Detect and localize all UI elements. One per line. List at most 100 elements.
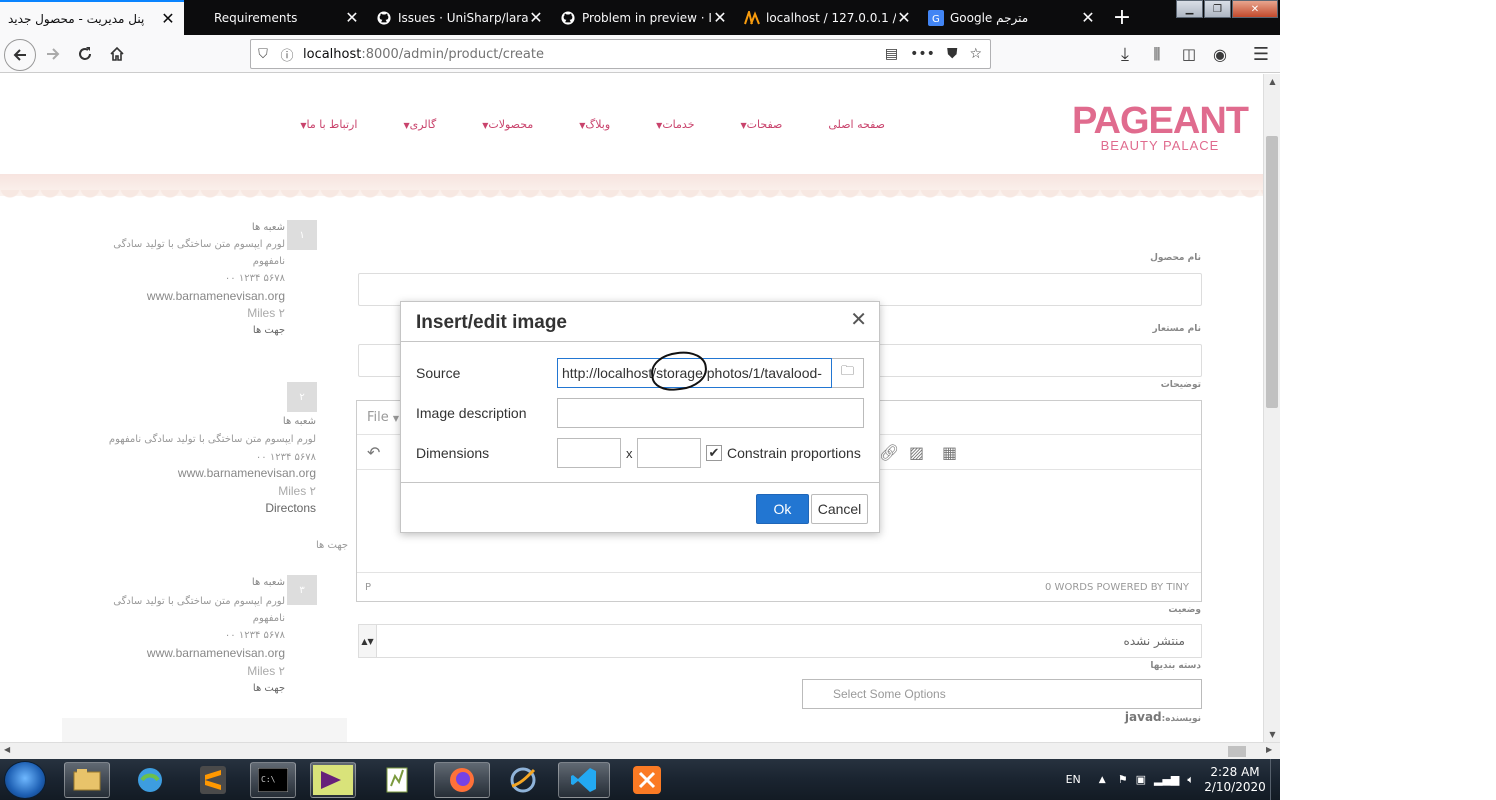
- close-tab-icon[interactable]: ✕: [896, 9, 912, 26]
- scroll-right-icon[interactable]: ▶: [1266, 745, 1272, 754]
- tab-phpmyadmin[interactable]: localhost / 127.0.0.1 / c ✕: [736, 0, 920, 35]
- window-controls: ▁ ❐ ✕: [1176, 0, 1278, 18]
- editor-file-menu[interactable]: File ▼: [367, 410, 399, 425]
- branch-number: ۱: [287, 220, 317, 250]
- scrollbar-thumb[interactable]: [1266, 136, 1278, 408]
- nav-gallery[interactable]: گالری▼: [403, 118, 436, 131]
- cmd-icon[interactable]: C:\: [250, 762, 296, 798]
- sidebar-button[interactable]: ◫: [1174, 40, 1204, 68]
- show-desktop-button[interactable]: [1270, 759, 1280, 800]
- close-window-button[interactable]: ✕: [1232, 0, 1278, 18]
- constrain-proportions-checkbox[interactable]: ✔: [706, 445, 722, 461]
- vscode-icon[interactable]: [558, 762, 610, 798]
- scroll-up-icon[interactable]: ▲: [1264, 77, 1281, 86]
- idm-icon[interactable]: [127, 762, 173, 798]
- nav-contact[interactable]: ارتباط با ما▼: [300, 118, 357, 131]
- forward-button[interactable]: [38, 40, 68, 68]
- categories-multiselect[interactable]: Select Some Options: [802, 679, 1202, 709]
- tab-issues-unisharp[interactable]: Issues · UniSharp/larave ✕: [368, 0, 552, 35]
- close-tab-icon[interactable]: ✕: [160, 10, 176, 27]
- media-icon[interactable]: ▦: [942, 443, 957, 462]
- categories-placeholder: Select Some Options: [833, 687, 946, 701]
- bookmark-star-icon[interactable]: ☆: [969, 46, 982, 62]
- github-icon: [376, 10, 392, 26]
- undo-icon[interactable]: ↶: [367, 443, 380, 462]
- tab-problem-in-preview[interactable]: Problem in preview · Is ✕: [552, 0, 736, 35]
- nav-blog[interactable]: وبلاگ▼: [579, 118, 610, 131]
- scroll-left-icon[interactable]: ◀: [4, 745, 10, 754]
- visual-studio-icon[interactable]: [310, 762, 356, 798]
- nav-home[interactable]: صفحه اصلی: [828, 118, 885, 131]
- browse-button[interactable]: 🗀: [832, 358, 864, 388]
- clock-time: 2:28 AM: [1210, 764, 1260, 779]
- close-tab-icon[interactable]: ✕: [528, 9, 544, 26]
- image-description-input[interactable]: [557, 398, 864, 428]
- file-menu-label: File: [367, 410, 389, 425]
- library-button[interactable]: ⫼: [1142, 40, 1172, 68]
- vertical-scrollbar[interactable]: ▲ ▼: [1263, 74, 1280, 742]
- navigation-toolbar: ⛉ ⓘ localhost:8000/admin/product/create …: [0, 35, 1280, 73]
- firefox-icon[interactable]: [434, 762, 490, 798]
- ok-button[interactable]: Ok: [756, 494, 809, 524]
- nav-services[interactable]: خدمات▼: [656, 118, 694, 131]
- close-icon[interactable]: ✕: [850, 310, 867, 330]
- branch-website[interactable]: www.barnamenevisan.org: [147, 289, 285, 303]
- width-input[interactable]: [557, 438, 621, 468]
- address-bar[interactable]: ⛉ ⓘ localhost:8000/admin/product/create …: [250, 39, 991, 69]
- branch-desc: لورم ایپسوم متن ساختگی با تولید سادگی: [113, 596, 285, 607]
- start-button[interactable]: [4, 761, 46, 799]
- shield-icon[interactable]: ⛉: [251, 47, 275, 62]
- browser-icon[interactable]: [500, 762, 546, 798]
- language-indicator[interactable]: EN: [1066, 773, 1081, 786]
- notepadpp-icon[interactable]: [375, 762, 421, 798]
- height-input[interactable]: [637, 438, 701, 468]
- info-icon[interactable]: ⓘ: [275, 45, 299, 64]
- branch-desc-2: نامفهوم: [252, 613, 285, 624]
- minimize-button[interactable]: ▁: [1176, 0, 1203, 18]
- home-button[interactable]: [102, 40, 132, 68]
- action-center-icon[interactable]: ⚑: [1118, 773, 1128, 786]
- branch-website[interactable]: www.barnamenevisan.org: [178, 466, 316, 480]
- site-logo[interactable]: PAGEANT BEAUTY PALACE: [1072, 102, 1249, 153]
- link-icon[interactable]: 🔗︎: [879, 443, 899, 462]
- tab-admin-new-product[interactable]: ✕ پنل مدیریت - محصول جدید: [0, 0, 184, 35]
- branch-website[interactable]: www.barnamenevisan.org: [147, 646, 285, 660]
- scroll-down-icon[interactable]: ▼: [1264, 730, 1281, 739]
- tab-requirements[interactable]: Requirements ✕: [184, 0, 368, 35]
- close-tab-icon[interactable]: ✕: [712, 9, 728, 26]
- reader-view-icon[interactable]: ▤: [885, 46, 898, 62]
- downloads-button[interactable]: ⤓: [1110, 40, 1140, 68]
- notification-icon[interactable]: ▣: [1136, 773, 1146, 786]
- status-select[interactable]: ▲▼ منتشر نشده: [358, 624, 1202, 658]
- directions-link[interactable]: جهت ها: [316, 540, 348, 551]
- tab-google-translate[interactable]: G Google مترجم ✕: [920, 0, 1104, 35]
- back-button[interactable]: [4, 39, 36, 71]
- pocket-icon[interactable]: ⛊: [947, 46, 958, 62]
- image-icon[interactable]: ▨: [909, 443, 924, 462]
- clock[interactable]: 2:28 AM 2/10/2020: [1200, 765, 1270, 795]
- close-tab-icon[interactable]: ✕: [1080, 9, 1096, 26]
- reload-button[interactable]: [70, 40, 100, 68]
- nav-products[interactable]: محصولات▼: [482, 118, 533, 131]
- new-tab-button[interactable]: +: [1104, 0, 1140, 35]
- scrollbar-thumb[interactable]: [1228, 746, 1246, 757]
- maximize-button[interactable]: ❐: [1204, 0, 1231, 18]
- explorer-icon[interactable]: [64, 762, 110, 798]
- xampp-icon[interactable]: [624, 762, 670, 798]
- account-button[interactable]: ◉: [1205, 40, 1235, 68]
- network-icon[interactable]: ▂▄▆: [1154, 773, 1179, 786]
- close-tab-icon[interactable]: ✕: [344, 9, 360, 26]
- cancel-button[interactable]: Cancel: [811, 494, 868, 524]
- branch-directions-link[interactable]: جهت ها: [253, 325, 285, 336]
- branch-directions-link[interactable]: جهت ها: [253, 683, 285, 694]
- show-hidden-icons[interactable]: ▲: [1099, 775, 1106, 785]
- branch-directions-link[interactable]: Directons: [265, 501, 316, 515]
- horizontal-scrollbar[interactable]: ◀ ▶: [0, 742, 1280, 759]
- main-nav: صفحه اصلی صفحات▼ خدمات▼ وبلاگ▼ محصولات▼ …: [300, 118, 885, 131]
- sublime-icon[interactable]: [190, 762, 236, 798]
- nav-pages[interactable]: صفحات▼: [741, 118, 783, 131]
- volume-icon[interactable]: 🔈︎: [1187, 773, 1194, 787]
- page-actions-icon[interactable]: •••: [910, 46, 935, 62]
- url-text[interactable]: localhost:8000/admin/product/create: [299, 47, 885, 62]
- menu-button[interactable]: ☰: [1246, 40, 1276, 68]
